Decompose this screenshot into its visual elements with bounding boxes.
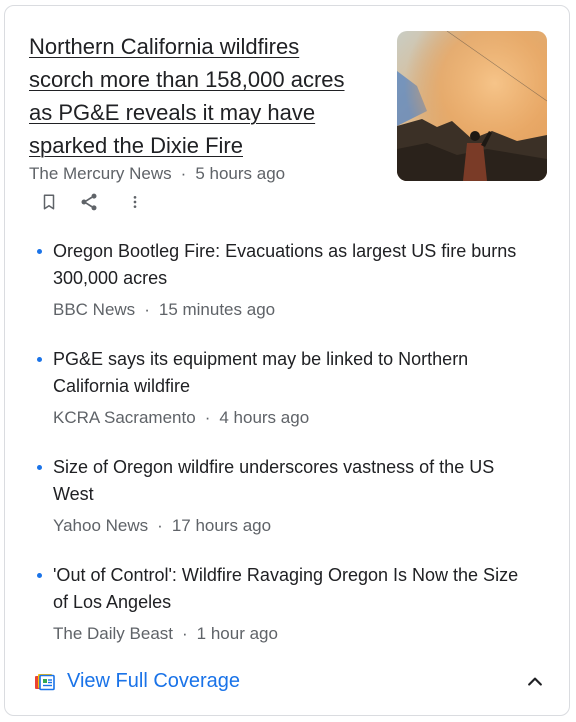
meta-separator: ·	[180, 164, 187, 183]
story-time: 4 hours ago	[219, 408, 310, 427]
top-story-source: The Mercury News	[29, 164, 172, 183]
list-item[interactable]: Size of Oregon wildfire underscores vast…	[37, 454, 523, 537]
meta-separator: ·	[144, 300, 150, 319]
story-meta: The Daily Beast · 1 hour ago	[53, 623, 523, 645]
share-icon[interactable]	[77, 190, 101, 214]
top-story-headline[interactable]: Northern California wildfires scorch mor…	[29, 30, 359, 162]
list-item[interactable]: PG&E says its equipment may be linked to…	[37, 346, 523, 429]
news-card: Northern California wildfires scorch mor…	[4, 5, 570, 716]
list-item[interactable]: Oregon Bootleg Fire: Evacuations as larg…	[37, 238, 523, 321]
chevron-up-icon[interactable]	[525, 672, 545, 692]
full-coverage-footer: View Full Coverage	[35, 669, 545, 693]
story-title[interactable]: 'Out of Control': Wildfire Ravaging Oreg…	[53, 562, 523, 616]
story-source: The Daily Beast	[53, 624, 173, 643]
story-time: 17 hours ago	[171, 516, 272, 535]
top-story-time: 5 hours ago	[195, 164, 286, 183]
top-story-meta: The Mercury News · 5 hours ago	[29, 163, 285, 185]
meta-separator: ·	[157, 516, 163, 535]
story-meta: BBC News · 15 minutes ago	[53, 299, 523, 321]
story-time: 1 hour ago	[196, 624, 278, 643]
story-meta: Yahoo News · 17 hours ago	[53, 515, 523, 537]
bullet-icon	[37, 357, 42, 362]
list-item[interactable]: 'Out of Control': Wildfire Ravaging Oreg…	[37, 562, 523, 645]
bullet-icon	[37, 573, 42, 578]
full-coverage-icon	[35, 672, 55, 692]
view-full-coverage-link[interactable]: View Full Coverage	[67, 668, 240, 694]
meta-separator: ·	[182, 624, 188, 643]
wildfire-photo	[397, 31, 547, 181]
story-time: 15 minutes ago	[158, 300, 276, 319]
bullet-icon	[37, 249, 42, 254]
more-vert-icon[interactable]	[123, 190, 147, 214]
bullet-icon	[37, 465, 42, 470]
story-title[interactable]: Size of Oregon wildfire underscores vast…	[53, 454, 523, 508]
story-title[interactable]: Oregon Bootleg Fire: Evacuations as larg…	[53, 238, 523, 292]
story-meta: KCRA Sacramento · 4 hours ago	[53, 407, 523, 429]
story-source: BBC News	[53, 300, 136, 319]
bookmark-icon[interactable]	[37, 190, 61, 214]
story-source: Yahoo News	[53, 516, 149, 535]
story-source: KCRA Sacramento	[53, 408, 196, 427]
story-title[interactable]: PG&E says its equipment may be linked to…	[53, 346, 523, 400]
meta-separator: ·	[204, 408, 211, 427]
top-story-thumbnail[interactable]	[397, 31, 547, 181]
